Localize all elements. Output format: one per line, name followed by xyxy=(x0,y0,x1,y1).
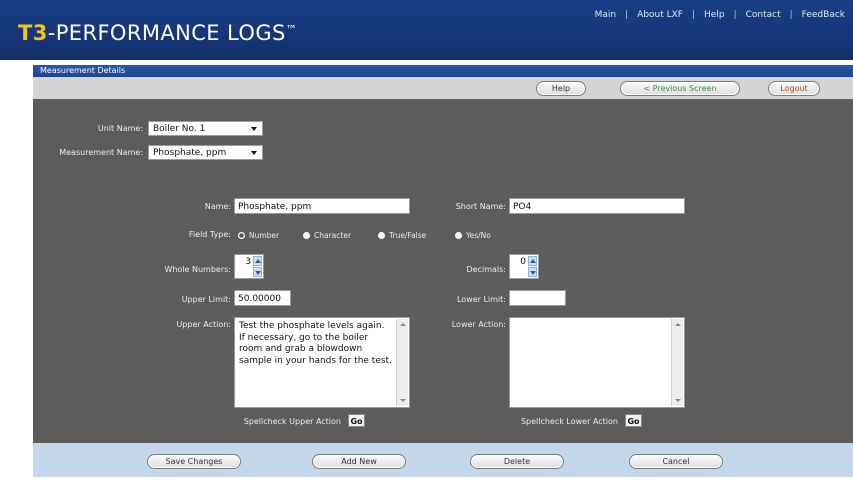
field-type-yesno-label: Yes/No xyxy=(466,231,491,240)
measurement-name-value: Phosphate, ppm xyxy=(153,148,227,158)
field-type-number-radio[interactable]: Number xyxy=(238,231,279,240)
whole-numbers-stepper[interactable]: 3 xyxy=(234,254,264,279)
radio-icon xyxy=(303,232,310,239)
add-new-button[interactable]: Add New xyxy=(312,454,406,469)
nav-separator: | xyxy=(691,10,696,20)
short-name-label: Short Name: xyxy=(455,202,506,211)
stepper-up-icon[interactable] xyxy=(253,256,262,266)
upper-action-textarea[interactable]: Test the phosphate levels again. If nece… xyxy=(234,317,410,408)
textarea-scrollbar[interactable] xyxy=(671,319,683,406)
previous-screen-button[interactable]: < Previous Screen xyxy=(620,81,740,96)
logo-t3: T3 xyxy=(18,21,48,45)
decimals-value: 0 xyxy=(520,257,526,267)
short-name-input[interactable]: PO4 xyxy=(509,198,685,214)
radio-selected-icon xyxy=(238,232,245,239)
nav-main-link[interactable]: Main xyxy=(595,10,617,20)
textarea-scrollbar[interactable] xyxy=(396,319,408,406)
whole-numbers-label: Whole Numbers: xyxy=(164,265,231,274)
nav-separator: | xyxy=(733,10,737,20)
lower-action-label: Lower Action: xyxy=(451,320,506,329)
field-type-truefalse-label: True/False xyxy=(389,231,427,240)
chevron-down-icon xyxy=(251,151,257,155)
field-type-character-label: Character xyxy=(314,231,352,240)
measurement-name-select[interactable]: Phosphate, ppm xyxy=(148,145,263,160)
cancel-button[interactable]: Cancel xyxy=(629,454,723,469)
spellcheck-upper-go-button[interactable]: Go xyxy=(348,414,365,427)
upper-limit-label: Upper Limit: xyxy=(181,295,231,304)
upper-limit-input[interactable]: 50.00000 xyxy=(234,290,291,306)
stepper-down-icon[interactable] xyxy=(253,267,262,277)
field-type-number-label: Number xyxy=(249,231,280,240)
field-type-truefalse-radio[interactable]: True/False xyxy=(378,231,426,240)
whole-numbers-value: 3 xyxy=(245,257,251,267)
nav-help-link[interactable]: Help xyxy=(704,10,725,20)
lower-limit-label: Lower Limit: xyxy=(456,295,506,304)
delete-button[interactable]: Delete xyxy=(470,454,564,469)
chevron-down-icon xyxy=(251,127,257,131)
unit-name-label: Unit Name: xyxy=(97,124,143,133)
spellcheck-lower-go-button[interactable]: Go xyxy=(625,414,642,427)
logout-button[interactable]: Logout xyxy=(768,81,820,96)
measurement-name-label: Measurement Name: xyxy=(59,148,143,157)
nav-contact-link[interactable]: Contact xyxy=(746,10,781,20)
stepper-up-icon[interactable] xyxy=(528,256,537,266)
field-type-yesno-radio[interactable]: Yes/No xyxy=(455,231,491,240)
logo-title: -PERFORMANCE LOGS xyxy=(47,21,286,45)
save-changes-button[interactable]: Save Changes xyxy=(147,454,241,469)
panel-title: Measurement Details xyxy=(40,66,126,75)
unit-name-value: Boiler No. 1 xyxy=(153,124,206,134)
nav-separator: | xyxy=(625,10,629,20)
app-logo[interactable]: T3-PERFORMANCE LOGS™ xyxy=(18,21,297,45)
stepper-down-icon[interactable] xyxy=(528,267,537,277)
spellcheck-lower-label: Spellcheck Lower Action xyxy=(520,417,618,426)
panel-toolbar: Help < Previous Screen Logout xyxy=(33,77,853,99)
form-action-bar: Save Changes Add New Delete Cancel xyxy=(33,443,853,477)
unit-name-select[interactable]: Boiler No. 1 xyxy=(148,121,263,136)
upper-action-label: Upper Action: xyxy=(176,320,231,329)
upper-action-text: Test the phosphate levels again. If nece… xyxy=(239,321,392,366)
logo-trademark: ™ xyxy=(285,23,298,36)
radio-icon xyxy=(378,232,385,239)
decimals-label: Decimals: xyxy=(466,265,506,274)
decimals-stepper[interactable]: 0 xyxy=(509,254,539,279)
panel-titlebar: Measurement Details xyxy=(33,65,853,77)
spellcheck-upper-label: Spellcheck Upper Action xyxy=(243,417,341,426)
measurement-details-panel: Measurement Details Help < Previous Scre… xyxy=(33,65,853,477)
help-button[interactable]: Help xyxy=(536,81,586,96)
top-nav: Main | About LXF | Help | Contact | FeedBack xyxy=(595,10,845,20)
field-type-character-radio[interactable]: Character xyxy=(303,231,351,240)
field-type-label: Field Type: xyxy=(188,230,231,239)
lower-limit-input[interactable] xyxy=(509,290,566,306)
name-label: Name: xyxy=(204,202,231,211)
radio-icon xyxy=(455,232,462,239)
app-header: T3-PERFORMANCE LOGS™ Main | About LXF | Help… xyxy=(0,0,853,60)
nav-about-link[interactable]: About LXF xyxy=(637,10,683,20)
nav-separator: | xyxy=(789,10,793,20)
lower-action-textarea[interactable] xyxy=(509,317,685,408)
nav-feedback-link[interactable]: FeedBack xyxy=(802,10,845,20)
name-input[interactable]: Phosphate, ppm xyxy=(234,198,410,214)
